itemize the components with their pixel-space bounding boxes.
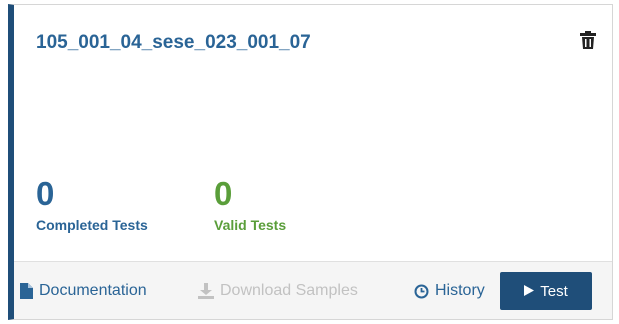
download-icon [198,283,214,299]
valid-tests-label: Valid Tests [214,217,287,233]
download-samples-label: Download Samples [220,282,358,299]
documentation-link[interactable]: Documentation [20,282,147,300]
test-card: 105_001_04_sese_023_001_07 0 Completed T… [8,4,613,320]
completed-tests-stat: 0 Completed Tests [36,175,148,233]
play-icon [524,283,535,300]
download-samples-link[interactable]: Download Samples [198,282,358,300]
completed-tests-label: Completed Tests [36,217,148,233]
history-label: History [435,282,485,299]
history-link[interactable]: History [414,282,485,300]
test-button[interactable]: Test [500,272,592,310]
test-button-label: Test [540,282,568,300]
trash-icon [580,31,600,49]
delete-button[interactable] [580,31,600,53]
clock-icon [414,284,429,299]
documentation-label: Documentation [39,282,147,299]
valid-tests-stat: 0 Valid Tests [214,175,286,233]
valid-tests-count: 0 [214,175,233,212]
completed-tests-count: 0 [36,175,55,212]
card-footer: Documentation Download Samples History T… [14,261,612,319]
card-title: 105_001_04_sese_023_001_07 [36,32,311,53]
document-icon [20,283,33,299]
